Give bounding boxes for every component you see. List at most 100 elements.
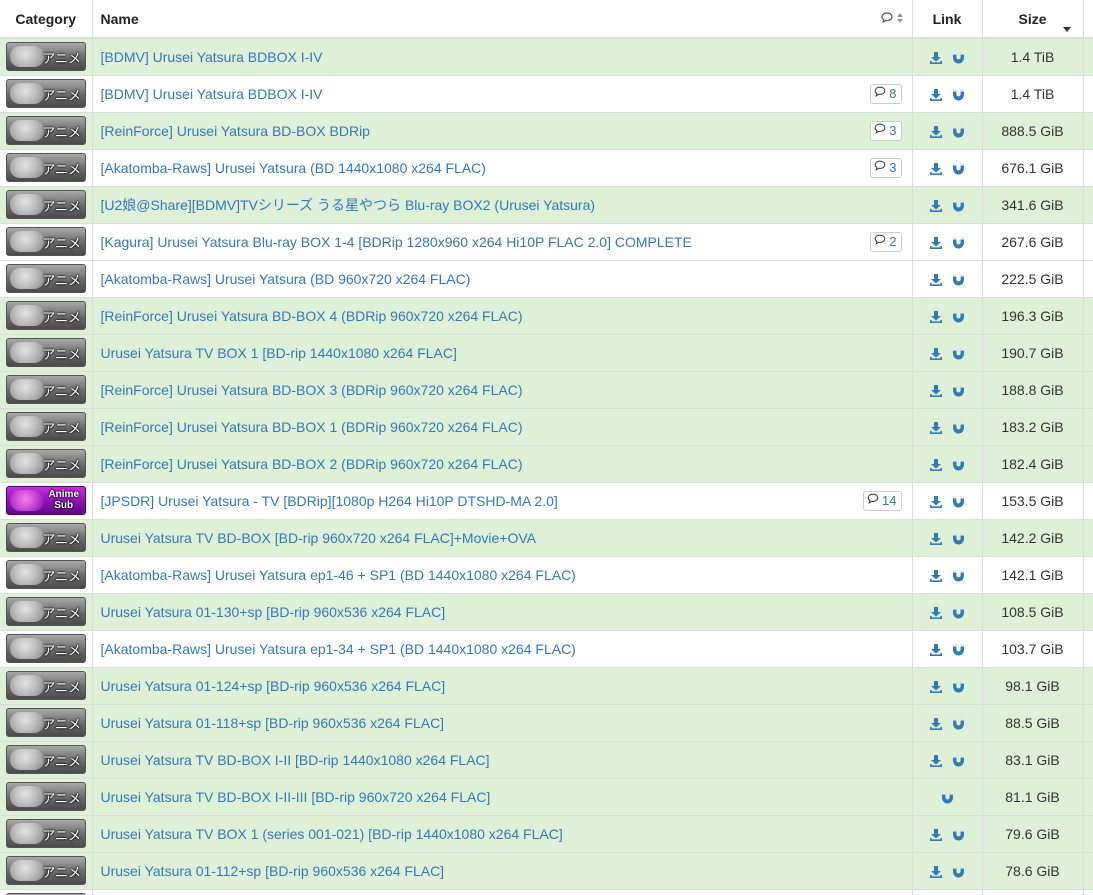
torrent-title-link[interactable]: Urusei Yatsura 01-118+sp [BD-rip 960x536… (101, 715, 445, 731)
download-icon[interactable] (929, 421, 943, 435)
magnet-icon[interactable] (952, 717, 965, 731)
magnet-icon[interactable] (952, 347, 965, 361)
torrent-title-link[interactable]: Urusei Yatsura TV BOX 1 [BD-rip 1440x108… (101, 345, 457, 361)
category-badge[interactable]: アニメ (6, 671, 86, 700)
category-badge[interactable]: アニメ (6, 338, 86, 367)
category-badge[interactable]: アニメ (6, 264, 86, 293)
category-badge[interactable]: アニメ (6, 523, 86, 552)
torrent-title-link[interactable]: Urusei Yatsura 01-112+sp [BD-rip 960x536… (101, 863, 445, 879)
header-name[interactable]: Name (92, 0, 913, 39)
download-icon[interactable] (929, 754, 943, 768)
download-icon[interactable] (929, 569, 943, 583)
header-size[interactable]: Size (982, 0, 1084, 39)
category-badge[interactable]: アニメ (6, 449, 86, 478)
download-icon[interactable] (929, 236, 943, 250)
download-icon[interactable] (929, 643, 943, 657)
download-icon[interactable] (929, 347, 943, 361)
download-icon[interactable] (929, 51, 943, 65)
torrent-title-link[interactable]: [BDMV] Urusei Yatsura BDBOX I-IV (101, 86, 323, 102)
torrent-title-link[interactable]: [ReinForce] Urusei Yatsura BD-BOX 2 (BDR… (101, 456, 523, 472)
magnet-icon[interactable] (952, 273, 965, 287)
download-icon[interactable] (929, 125, 943, 139)
torrent-title-link[interactable]: Urusei Yatsura TV BD-BOX [BD-rip 960x720… (101, 530, 536, 546)
magnet-icon[interactable] (952, 865, 965, 879)
torrent-title-link[interactable]: Urusei Yatsura 01-124+sp [BD-rip 960x536… (101, 678, 446, 694)
category-badge[interactable]: Anime Sub (6, 486, 86, 515)
magnet-icon[interactable] (952, 643, 965, 657)
category-badge[interactable]: アニメ (6, 634, 86, 663)
torrent-title-link[interactable]: [JPSDR] Urusei Yatsura - TV [BDRip][1080… (101, 493, 558, 509)
torrent-title-link[interactable]: [Akatomba-Raws] Urusei Yatsura ep1-34 + … (101, 641, 576, 657)
torrent-title-link[interactable]: [BDMV] Urusei Yatsura BDBOX I-IV (101, 49, 323, 65)
category-badge[interactable]: アニメ (6, 42, 86, 72)
magnet-icon[interactable] (952, 606, 965, 620)
category-badge[interactable]: アニメ (6, 819, 86, 848)
download-icon[interactable] (929, 606, 943, 620)
download-icon[interactable] (929, 717, 943, 731)
torrent-title-link[interactable]: Urusei Yatsura TV BD-BOX I-II-III [BD-ri… (101, 789, 491, 805)
category-badge[interactable]: アニメ (6, 116, 86, 145)
category-badge[interactable]: アニメ (6, 782, 86, 811)
download-icon[interactable] (929, 88, 943, 102)
download-icon[interactable] (929, 384, 943, 398)
download-icon[interactable] (929, 458, 943, 472)
magnet-icon[interactable] (952, 569, 965, 583)
category-badge[interactable]: アニメ (6, 301, 86, 330)
category-badge[interactable]: アニメ (6, 597, 86, 626)
category-badge[interactable]: アニメ (6, 190, 86, 219)
download-icon[interactable] (929, 162, 943, 176)
torrent-title-link[interactable]: [U2娘@Share][BDMV]TVシリーズ うる星やつら Blu-ray B… (101, 197, 596, 213)
torrent-title-link[interactable]: Urusei Yatsura 01-130+sp [BD-rip 960x536… (101, 604, 446, 620)
download-icon[interactable] (929, 680, 943, 694)
category-badge[interactable]: アニメ (6, 560, 86, 589)
magnet-icon[interactable] (952, 495, 965, 509)
torrent-title-link[interactable]: [ReinForce] Urusei Yatsura BD-BOX 3 (BDR… (101, 382, 523, 398)
comments-badge[interactable]: 8 (870, 83, 902, 104)
download-icon[interactable] (929, 310, 943, 324)
sort-comments-icon[interactable] (880, 12, 904, 24)
torrent-title-link[interactable]: [Akatomba-Raws] Urusei Yatsura (BD 960x7… (101, 271, 471, 287)
comments-badge[interactable]: 3 (870, 120, 902, 141)
category-badge[interactable]: アニメ (6, 708, 86, 737)
category-badge[interactable]: アニメ (6, 153, 86, 182)
magnet-icon[interactable] (952, 310, 965, 324)
comments-badge[interactable]: 14 (863, 490, 902, 511)
category-badge[interactable]: アニメ (6, 412, 86, 441)
category-badge[interactable]: アニメ (6, 745, 86, 774)
magnet-icon[interactable] (952, 162, 965, 176)
magnet-icon[interactable] (952, 458, 965, 472)
magnet-icon[interactable] (952, 680, 965, 694)
category-badge[interactable]: アニメ (6, 79, 86, 108)
category-badge[interactable]: アニメ (6, 227, 86, 256)
torrent-title-link[interactable]: [Kagura] Urusei Yatsura Blu-ray BOX 1-4 … (101, 234, 692, 250)
magnet-icon[interactable] (952, 125, 965, 139)
torrent-title-link[interactable]: [Akatomba-Raws] Urusei Yatsura (BD 1440x… (101, 160, 486, 176)
torrent-title-link[interactable]: Urusei Yatsura TV BOX 1 (series 001-021)… (101, 826, 563, 842)
download-icon[interactable] (929, 495, 943, 509)
magnet-icon[interactable] (952, 421, 965, 435)
header-category[interactable]: Category (0, 0, 93, 39)
download-icon[interactable] (929, 865, 943, 879)
download-icon[interactable] (929, 532, 943, 546)
comments-badge[interactable]: 2 (870, 231, 902, 252)
magnet-icon[interactable] (952, 384, 965, 398)
magnet-icon[interactable] (952, 828, 965, 842)
comments-badge[interactable]: 3 (870, 157, 902, 178)
torrent-title-link[interactable]: [ReinForce] Urusei Yatsura BD-BOX BDRip (101, 123, 370, 139)
magnet-icon[interactable] (952, 199, 965, 213)
magnet-icon[interactable] (941, 791, 954, 805)
magnet-icon[interactable] (952, 532, 965, 546)
category-badge[interactable]: アニメ (6, 856, 86, 885)
magnet-icon[interactable] (952, 236, 965, 250)
magnet-icon[interactable] (952, 88, 965, 102)
download-icon[interactable] (929, 273, 943, 287)
torrent-title-link[interactable]: [ReinForce] Urusei Yatsura BD-BOX 1 (BDR… (101, 419, 523, 435)
category-badge[interactable]: アニメ (6, 375, 86, 404)
magnet-icon[interactable] (952, 754, 965, 768)
torrent-title-link[interactable]: [Akatomba-Raws] Urusei Yatsura ep1-46 + … (101, 567, 576, 583)
magnet-icon[interactable] (952, 51, 965, 65)
download-icon[interactable] (929, 828, 943, 842)
torrent-title-link[interactable]: [ReinForce] Urusei Yatsura BD-BOX 4 (BDR… (101, 308, 523, 324)
torrent-title-link[interactable]: Urusei Yatsura TV BD-BOX I-II [BD-rip 14… (101, 752, 490, 768)
download-icon[interactable] (929, 199, 943, 213)
